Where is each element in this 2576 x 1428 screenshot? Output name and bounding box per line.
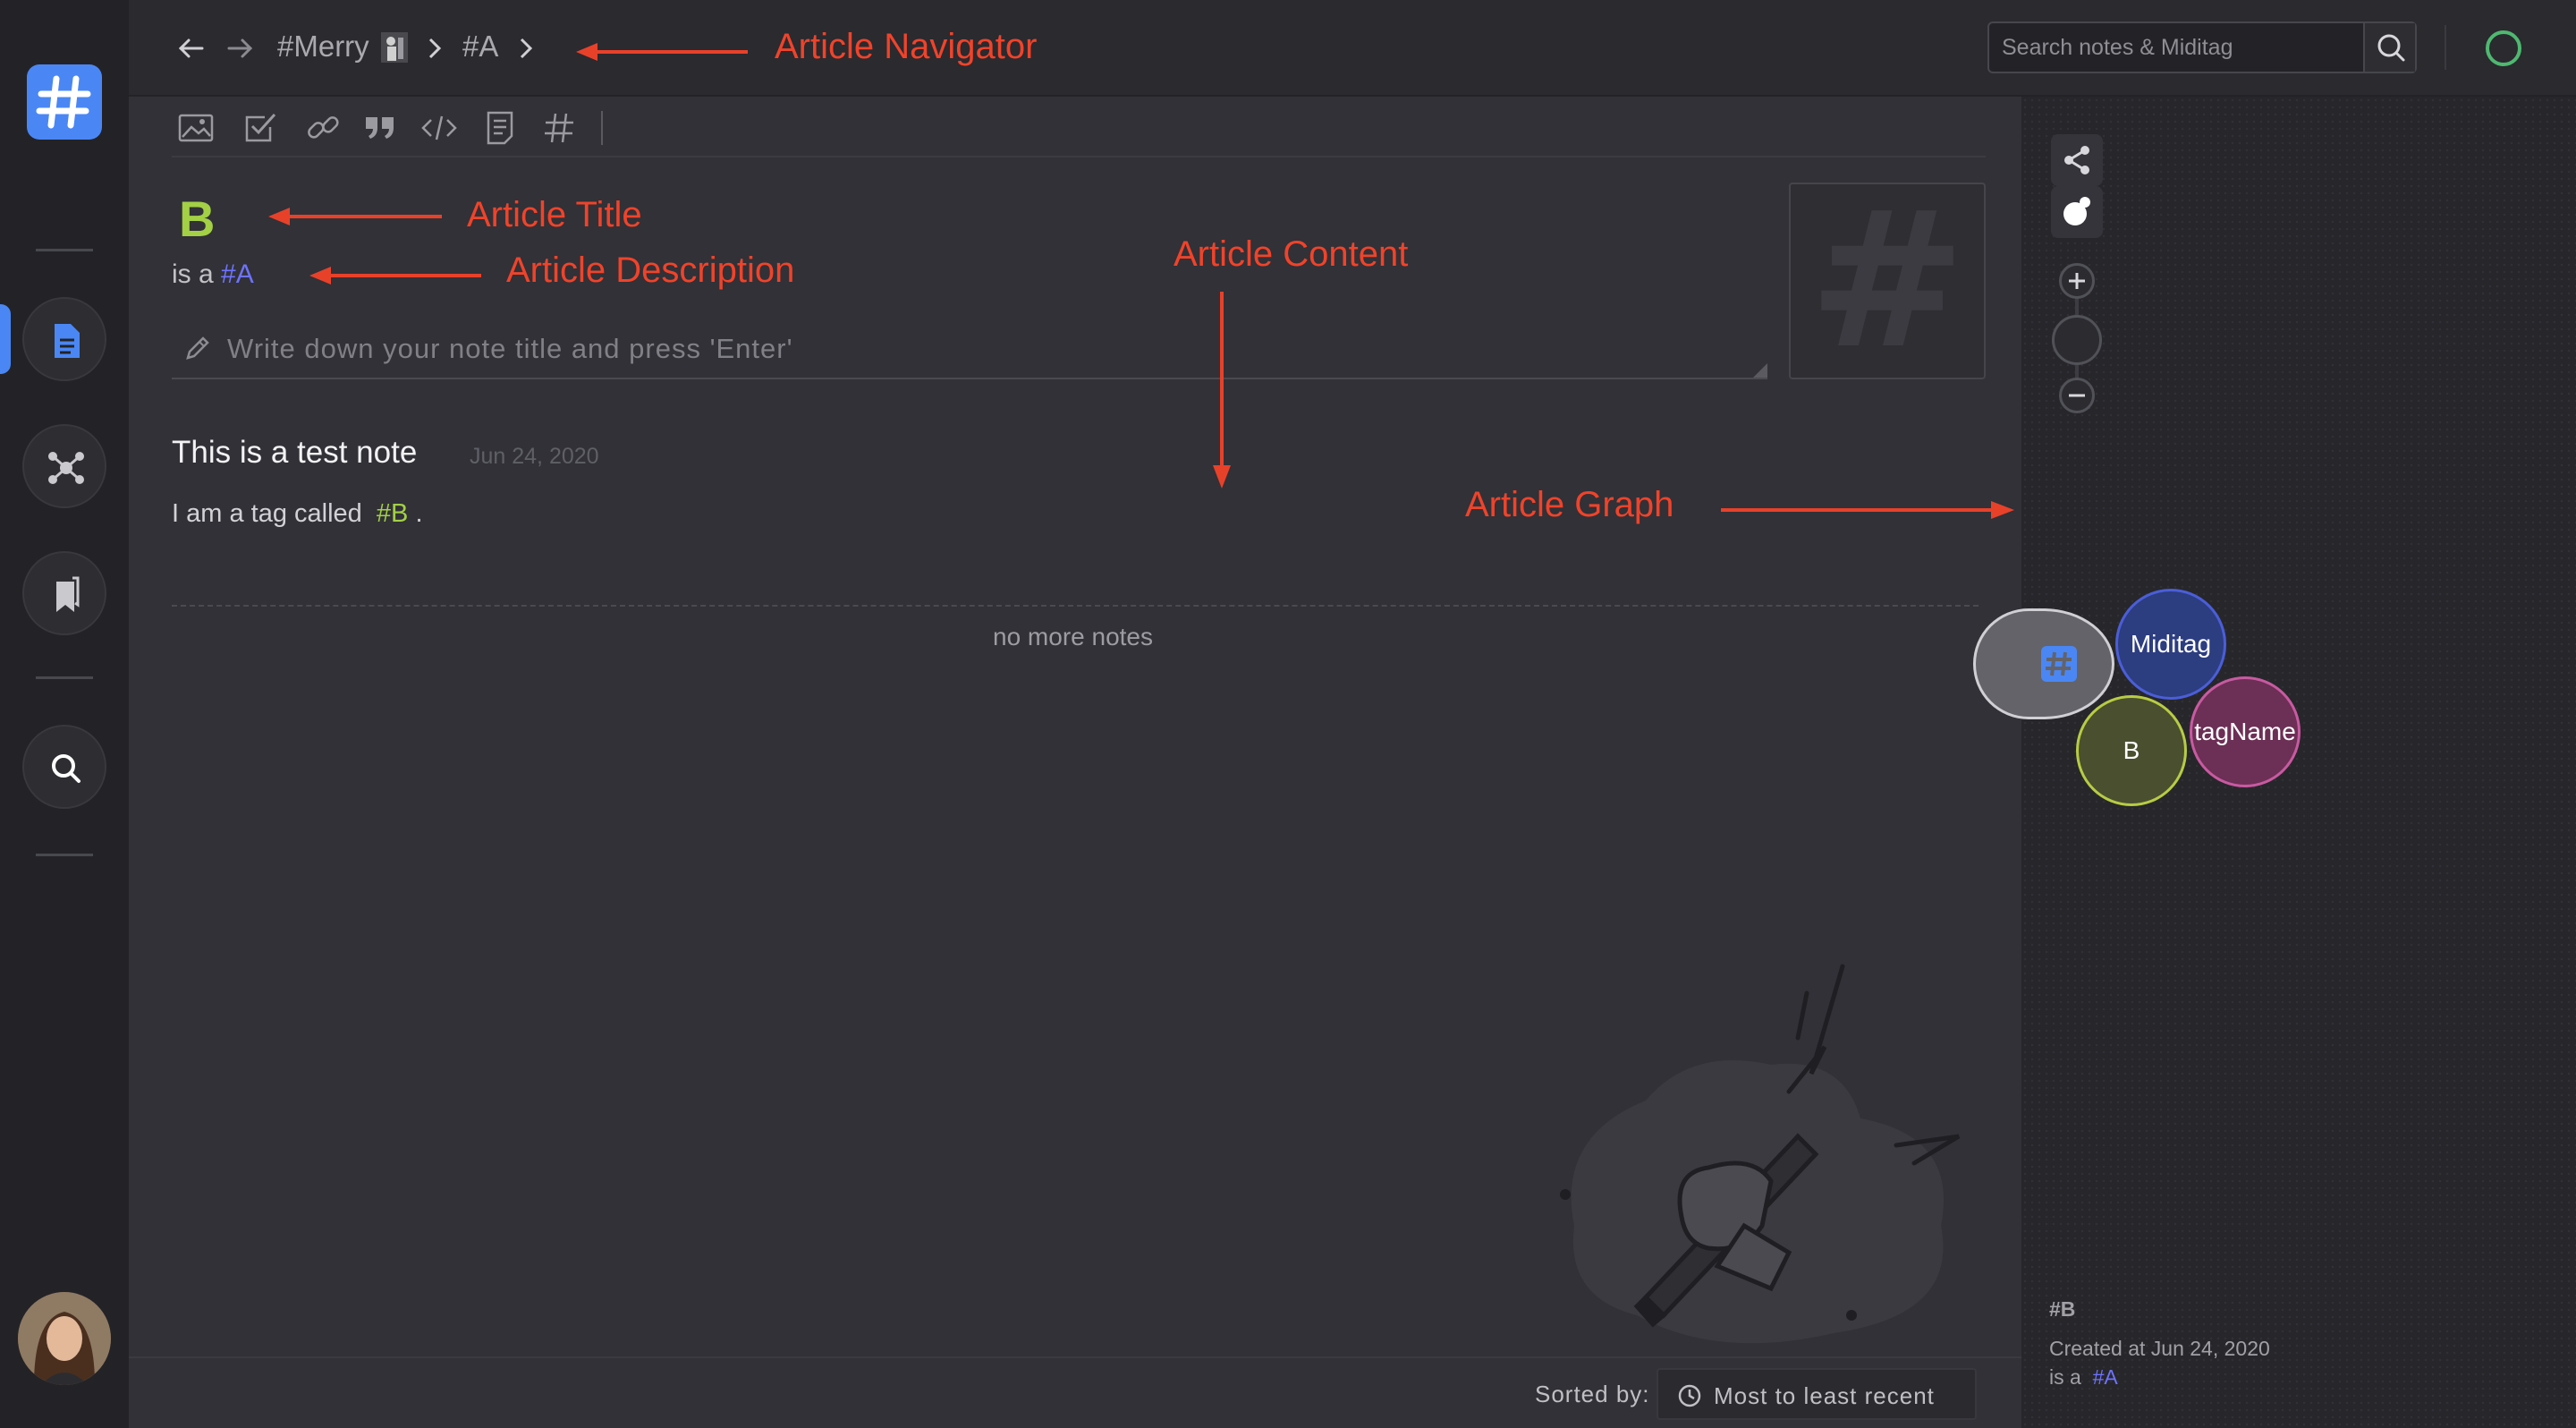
image-icon[interactable] <box>177 109 215 147</box>
zoom-out-button[interactable] <box>2059 378 2095 413</box>
back-arrow-icon[interactable] <box>177 34 206 67</box>
share-button[interactable] <box>2051 134 2103 186</box>
description-tag-link[interactable]: #A <box>221 259 254 289</box>
layout-toggle-button[interactable] <box>2051 186 2103 238</box>
chevron-right-icon[interactable] <box>515 36 537 65</box>
sort-order-label: Most to least recent <box>1714 1382 1935 1409</box>
document-icon <box>55 324 80 358</box>
note-title[interactable]: This is a test note <box>172 435 417 471</box>
bookmarks-nav-button[interactable] <box>22 551 106 635</box>
breadcrumb-merry[interactable]: #Merry <box>277 30 369 64</box>
search-input[interactable] <box>1989 23 2365 72</box>
annotation-arrow <box>590 50 748 54</box>
arrowhead-left-icon <box>576 43 597 61</box>
new-note-field <box>172 319 1767 379</box>
graph-info-title: #B <box>2049 1297 2076 1321</box>
fist-pencil-illustration <box>1560 964 1961 1344</box>
chevron-right-icon <box>424 36 445 65</box>
graph-info-tag-link[interactable]: #A <box>2093 1365 2118 1389</box>
text-cursor <box>601 111 603 145</box>
separator <box>2445 25 2446 70</box>
link-icon[interactable] <box>304 109 342 147</box>
person-emoji-icon <box>377 30 411 69</box>
search-box <box>1987 21 2417 73</box>
active-indicator <box>0 304 11 374</box>
network-icon <box>48 452 84 484</box>
annotation-content: Article Content <box>1174 234 1409 274</box>
graph-info-isa-prefix: is a <box>2049 1365 2081 1389</box>
no-more-notes-label: no more notes <box>993 623 1153 650</box>
pencil-icon <box>186 336 209 360</box>
annotation-arrow <box>1220 292 1224 471</box>
annotation-arrow <box>1721 508 2007 512</box>
rail-divider <box>36 676 93 679</box>
quote-icon[interactable] <box>361 109 399 147</box>
article-title[interactable]: B <box>179 190 215 248</box>
note-body: I am a tag called #B . <box>172 499 423 529</box>
graph-info-isa: is a #A <box>2049 1365 2118 1390</box>
annotation-graph: Article Graph <box>1465 485 1674 524</box>
bottom-divider <box>129 1356 2021 1358</box>
arrowhead-left-icon <box>309 267 331 285</box>
notes-nav-button[interactable] <box>22 297 106 381</box>
article-thumbnail[interactable]: # <box>1789 183 1986 379</box>
clock-icon <box>1678 1384 1701 1407</box>
annotation-arrow <box>324 274 481 277</box>
sync-status-icon[interactable] <box>2486 30 2521 66</box>
graph-node-root[interactable] <box>1973 608 2114 719</box>
bubbles-icon <box>2063 197 2090 225</box>
forward-arrow-icon[interactable] <box>225 34 254 67</box>
arrowhead-left-icon <box>268 208 290 225</box>
graph-node-b[interactable]: B <box>2076 695 2187 806</box>
rail-divider <box>36 854 93 856</box>
annotation-navigator: Article Navigator <box>775 27 1038 66</box>
search-button[interactable] <box>2363 23 2415 72</box>
search-nav-button[interactable] <box>22 725 106 809</box>
resize-handle-icon[interactable] <box>1753 363 1767 378</box>
note-tag-link[interactable]: #B <box>377 499 408 528</box>
note-body-text: I am a tag called <box>172 499 362 528</box>
graph-node-tagname[interactable]: tagName <box>2190 676 2301 787</box>
thumbnail-hash-glyph: # <box>1809 171 1966 390</box>
new-note-input[interactable] <box>225 324 1746 374</box>
description-prefix: is a <box>172 259 214 289</box>
user-avatar[interactable] <box>18 1292 111 1385</box>
rail-divider <box>36 249 93 251</box>
search-icon <box>2377 34 2405 62</box>
sort-order-button[interactable]: Most to least recent <box>1657 1368 1977 1420</box>
zoom-in-button[interactable] <box>2059 263 2095 299</box>
note-icon[interactable] <box>481 109 519 147</box>
zoom-slider-handle[interactable] <box>2052 315 2102 365</box>
annotation-title: Article Title <box>467 195 642 234</box>
checkbox-icon[interactable] <box>242 109 279 147</box>
annotation-arrow <box>283 215 442 218</box>
note-date: Jun 24, 2020 <box>470 444 599 469</box>
plus-icon <box>2069 273 2085 289</box>
minus-icon <box>2069 394 2085 397</box>
app-logo-icon[interactable] <box>27 64 102 140</box>
code-icon[interactable] <box>420 109 458 147</box>
article-description: is a #A <box>172 259 254 290</box>
graph-nav-button[interactable] <box>22 424 106 508</box>
arrowhead-down-icon <box>1213 465 1231 489</box>
app-logo-icon <box>2041 646 2077 682</box>
graph-node-miditag[interactable]: Miditag <box>2115 589 2226 700</box>
search-icon <box>52 754 80 783</box>
arrowhead-right-icon <box>1991 501 2014 519</box>
list-end-divider <box>172 605 1979 607</box>
note-body-end: . <box>415 499 423 528</box>
sorted-by-label: Sorted by: <box>1535 1381 1650 1407</box>
hashtag-icon[interactable] <box>540 109 578 147</box>
breadcrumb-a[interactable]: #A <box>462 30 498 64</box>
toolbar-divider <box>172 156 1986 157</box>
bookmark-icon <box>56 576 80 612</box>
annotation-description: Article Description <box>506 251 795 290</box>
graph-info-created: Created at Jun 24, 2020 <box>2049 1337 2270 1360</box>
share-icon <box>2064 146 2089 174</box>
left-rail <box>0 0 129 1428</box>
